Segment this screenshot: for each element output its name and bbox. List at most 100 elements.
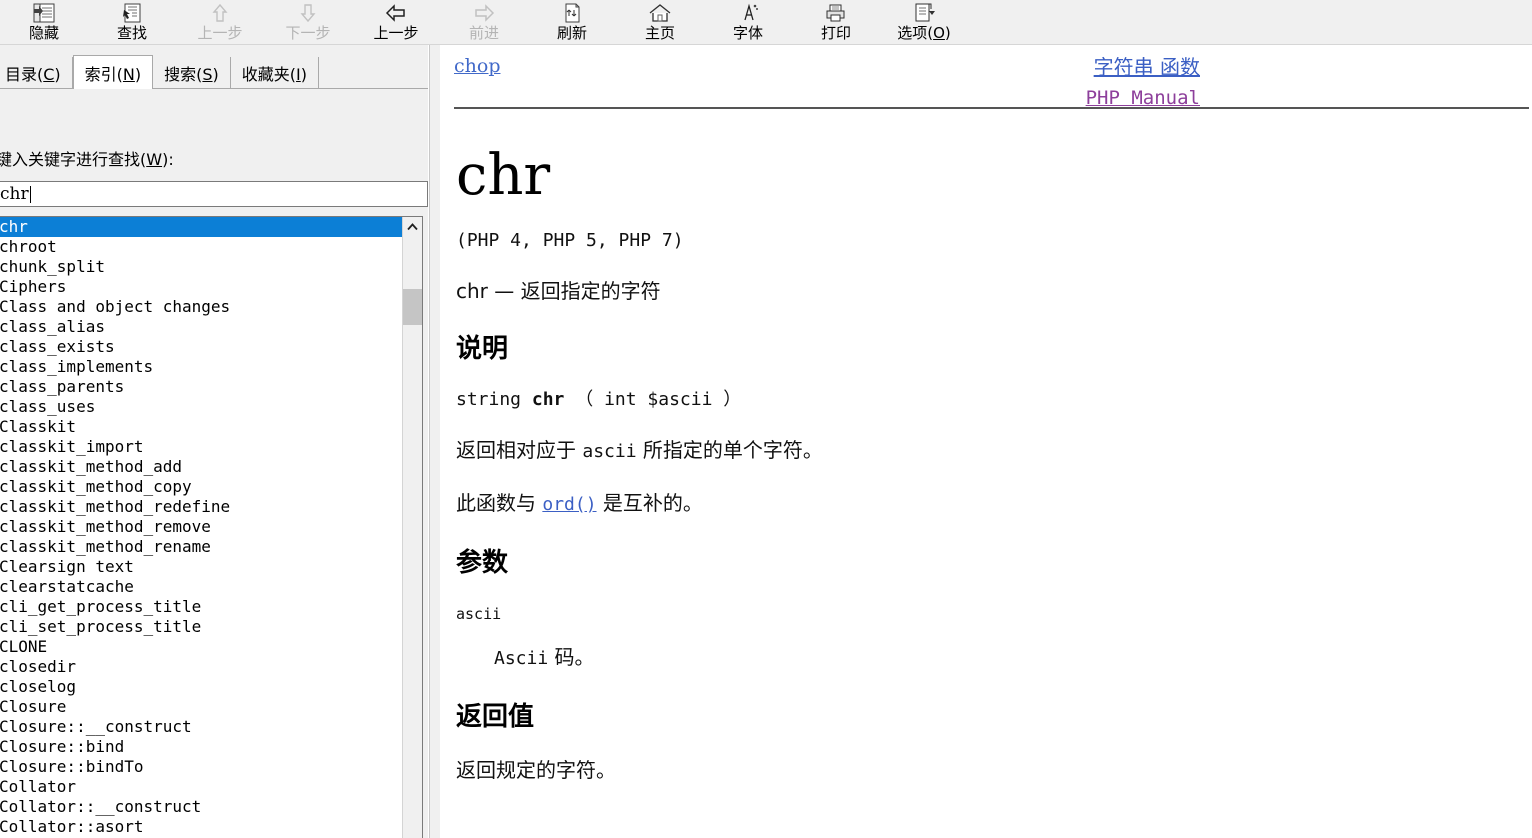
toolbar-button-label: 刷新 <box>556 24 587 42</box>
toolbar-button-label: 上一步 <box>197 24 243 42</box>
index-list-item[interactable]: Closure::bind <box>0 737 403 757</box>
refresh-page-icon <box>559 2 585 24</box>
arrow-back-icon <box>383 2 409 24</box>
arrow-down-icon <box>295 2 321 24</box>
toolbar-button-label: 主页 <box>644 24 675 42</box>
description-paragraph-2: 此函数与 ord() 是互补的。 <box>456 490 1518 518</box>
index-list-item[interactable]: chr <box>0 217 403 237</box>
toolbar-button-font[interactable]: 字体 <box>704 0 792 44</box>
php-manual-topic: chop 字符串 函数 PHP Manual chr (PHP 4, PHP 5… <box>440 45 1532 783</box>
index-list-item[interactable]: classkit_method_add <box>0 457 403 477</box>
index-list-item[interactable]: Collator::__construct <box>0 797 403 817</box>
index-list-item[interactable]: Closure::bindTo <box>0 757 403 777</box>
index-list-item[interactable]: closelog <box>0 677 403 697</box>
toolbar-button-previous-topic[interactable]: 上一步 <box>176 0 264 44</box>
tab-search[interactable]: 搜索(S) <box>153 57 231 89</box>
toolbar-button-label: 打印 <box>820 24 851 42</box>
index-list-item[interactable]: class_implements <box>0 357 403 377</box>
index-list-item[interactable]: classkit_method_redefine <box>0 497 403 517</box>
topic-nav-links: chop 字符串 函数 PHP Manual <box>454 45 1518 109</box>
toolbar-button-label: 上一步 <box>373 24 419 42</box>
keyword-input[interactable]: chr <box>0 181 428 207</box>
toolbar-button-home[interactable]: 主页 <box>616 0 704 44</box>
desc2-prefix: 此函数与 <box>456 491 543 515</box>
desc1-suffix: 所指定的单个字符。 <box>636 438 823 462</box>
locate-icon <box>119 2 145 24</box>
toolbar-button-print[interactable]: 打印 <box>792 0 880 44</box>
index-list-item[interactable]: clearstatcache <box>0 577 403 597</box>
index-list-item[interactable]: Collator <box>0 777 403 797</box>
index-list-scrollbar[interactable] <box>402 217 422 838</box>
index-list-item[interactable]: Closure <box>0 697 403 717</box>
index-list-item[interactable]: class_exists <box>0 337 403 357</box>
nav-tabs: 目录(C) 索引(N) 搜索(S) 收藏夹(I) <box>0 55 320 89</box>
index-list-item[interactable]: Clearsign text <box>0 557 403 577</box>
link-previous-topic[interactable]: chop <box>454 55 500 77</box>
tab-favorites[interactable]: 收藏夹(I) <box>230 57 320 89</box>
tab-label: 收藏夹(I) <box>241 65 308 84</box>
link-ord-function[interactable]: ord() <box>542 494 596 515</box>
page-title: chr <box>456 143 551 208</box>
index-list-item[interactable]: class_uses <box>0 397 403 417</box>
navigation-pane: 目录(C) 索引(N) 搜索(S) 收藏夹(I) 键入关键字进行查找(W): c… <box>0 45 428 838</box>
index-list-item[interactable]: class_alias <box>0 317 403 337</box>
index-list-item[interactable]: chunk_split <box>0 257 403 277</box>
index-list-item[interactable]: Closure::__construct <box>0 717 403 737</box>
index-list-item[interactable]: Collator::asort <box>0 817 403 837</box>
desc2-suffix: 是互补的。 <box>596 491 703 515</box>
home-icon <box>647 2 673 24</box>
index-list-item[interactable]: classkit_method_remove <box>0 517 403 537</box>
main-toolbar: 隐藏 查找 上一步 下一步 上一步 前进 刷新 主页 字体 打印 选项(O) <box>0 0 1532 45</box>
toolbar-button-label: 字体 <box>732 24 763 42</box>
index-list-item[interactable]: chroot <box>0 237 403 257</box>
index-listbox[interactable]: chr chroot chunk_split Ciphers Class and obj… <box>0 216 423 838</box>
toolbar-button-next-topic[interactable]: 下一步 <box>264 0 352 44</box>
param-desc-code: Ascii <box>494 648 549 669</box>
parameter-name-ascii: ascii <box>456 605 502 623</box>
link-php-manual[interactable]: PHP Manual <box>1086 84 1200 112</box>
index-list-item[interactable]: Ciphers <box>0 277 403 297</box>
index-list-item[interactable]: closedir <box>0 657 403 677</box>
php-versions: (PHP 4, PHP 5, PHP 7) <box>456 230 684 251</box>
index-list-item[interactable]: Class and object changes <box>0 297 403 317</box>
index-list-item[interactable]: classkit_method_rename <box>0 537 403 557</box>
toolbar-button-label: 下一步 <box>285 24 331 42</box>
scrollbar-thumb[interactable] <box>403 289 422 325</box>
index-list-item[interactable]: classkit_import <box>0 437 403 457</box>
index-list-item[interactable]: cli_get_process_title <box>0 597 403 617</box>
section-heading-parameters: 参数 <box>456 548 509 578</box>
toolbar-button-refresh[interactable]: 刷新 <box>528 0 616 44</box>
index-list-item[interactable]: classkit_method_copy <box>0 477 403 497</box>
return-value-text: 返回规定的字符。 <box>456 758 616 782</box>
printer-icon <box>823 2 849 24</box>
toolbar-button-forward[interactable]: 前进 <box>440 0 528 44</box>
index-list-item[interactable]: Classkit <box>0 417 403 437</box>
index-list-item[interactable]: class_parents <box>0 377 403 397</box>
toolbar-button-locate[interactable]: 查找 <box>88 0 176 44</box>
scroll-up-arrow-icon[interactable] <box>403 217 422 236</box>
header-divider <box>454 107 1529 109</box>
topic-content-pane: chop 字符串 函数 PHP Manual chr (PHP 4, PHP 5… <box>440 45 1532 838</box>
index-list-item[interactable]: cli_set_process_title <box>0 617 403 637</box>
section-heading-return-values: 返回值 <box>456 702 535 732</box>
index-list-item[interactable]: CLONE <box>0 637 403 657</box>
parameter-description-ascii: Ascii 码。 <box>494 644 1518 672</box>
tab-contents[interactable]: 目录(C) <box>0 57 73 89</box>
desc1-code: ascii <box>582 441 637 462</box>
tab-index[interactable]: 索引(N) <box>72 55 154 89</box>
param-desc-text: 码。 <box>548 645 595 669</box>
pane-splitter[interactable] <box>428 45 440 838</box>
toolbar-button-hide[interactable]: 隐藏 <box>0 0 88 44</box>
toolbar-button-label: 选项(O) <box>897 24 951 42</box>
desc1-prefix: 返回相对应于 <box>456 438 583 462</box>
breadcrumb: 字符串 函数 PHP Manual <box>1086 53 1200 112</box>
keyword-label: 键入关键字进行查找(W): <box>0 150 174 169</box>
toolbar-button-back[interactable]: 上一步 <box>352 0 440 44</box>
chm-help-viewer-window: 隐藏 查找 上一步 下一步 上一步 前进 刷新 主页 字体 打印 选项(O) 目… <box>0 0 1532 838</box>
signature-arguments: （ int $ascii ） <box>575 389 742 410</box>
link-string-functions[interactable]: 字符串 函数 <box>1094 55 1200 79</box>
tab-label: 目录(C) <box>5 65 61 84</box>
hide-pane-icon <box>31 2 57 24</box>
tab-label: 搜索(S) <box>164 65 219 84</box>
toolbar-button-options[interactable]: 选项(O) <box>880 0 968 44</box>
